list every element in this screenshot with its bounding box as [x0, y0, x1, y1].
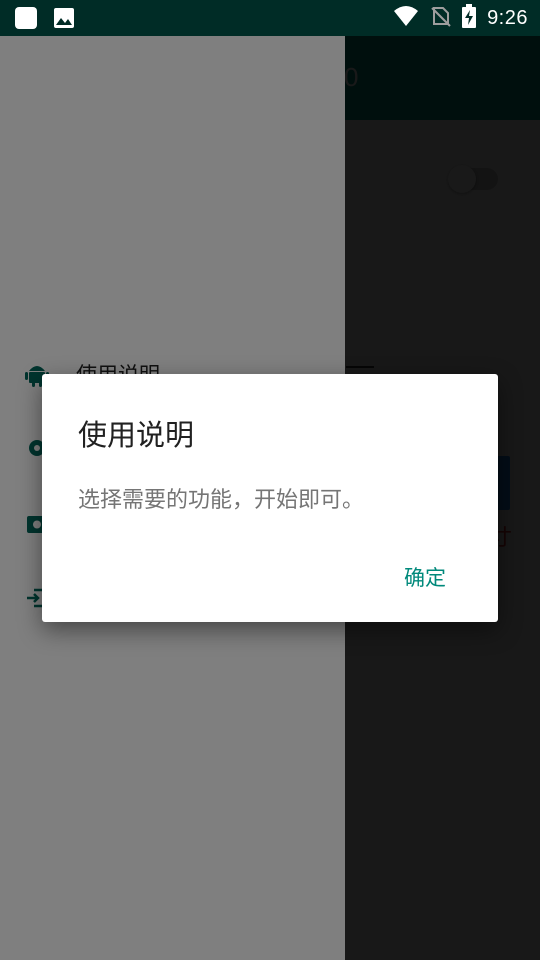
confirm-button[interactable]: 确定: [394, 560, 456, 594]
app-notification-icon: [14, 6, 38, 30]
no-sim-icon: [429, 5, 451, 31]
status-right-group: 9:26: [393, 0, 528, 36]
screen: 9:26 0 寸 使用说: [0, 0, 540, 960]
status-bar: 9:26: [0, 0, 540, 36]
wifi-icon: [393, 5, 419, 31]
dialog-message: 选择需要的功能，开始即可。: [78, 488, 365, 513]
status-time: 9:26: [487, 6, 528, 29]
dialog-title: 使用说明: [78, 418, 195, 452]
battery-charging-icon: [461, 4, 477, 32]
instructions-dialog: 使用说明 选择需要的功能，开始即可。 确定: [42, 374, 498, 622]
image-notification-icon: [52, 6, 76, 30]
